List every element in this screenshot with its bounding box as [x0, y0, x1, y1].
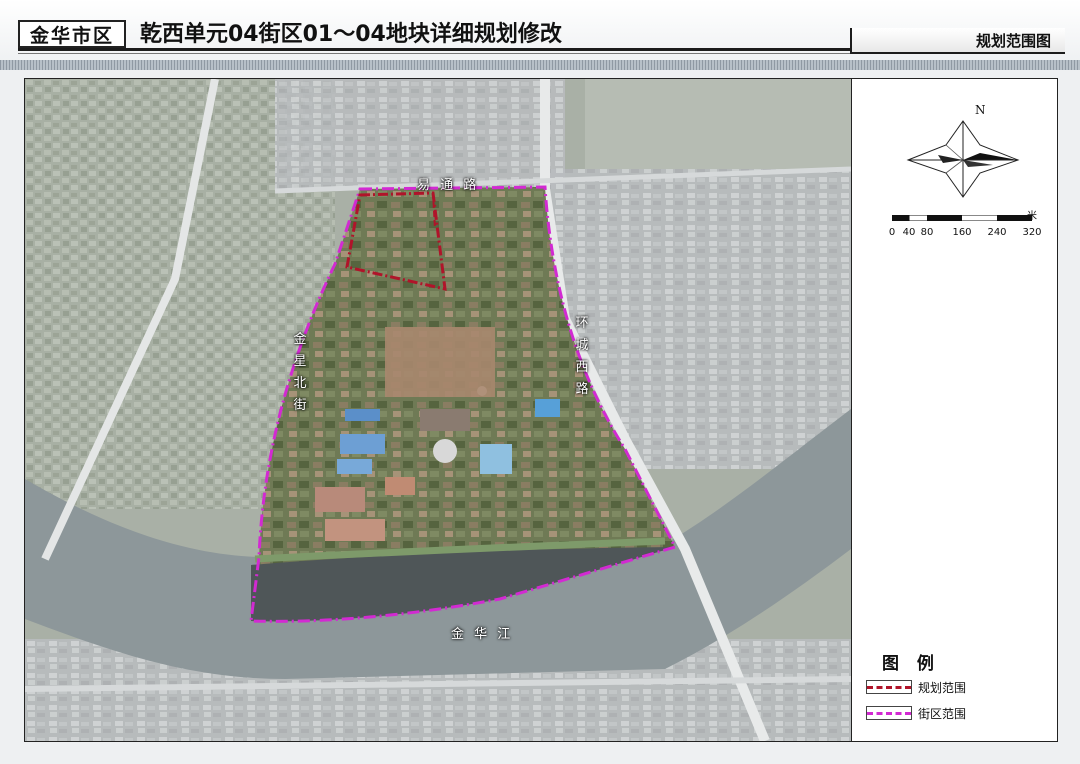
green-northeast	[585, 79, 851, 169]
title-rule-thin	[18, 53, 850, 54]
sheet-name: 规划范围图	[975, 32, 1051, 50]
scale-unit: 米	[1027, 211, 1037, 222]
city-logo: 金华市区	[18, 20, 126, 48]
logo-text: 金华市区	[29, 24, 114, 47]
header: 金华市区 乾西单元04街区01～04地块详细规划修改 规划范围图	[0, 0, 1080, 66]
legend-line-red	[867, 685, 911, 689]
legend-panel: N 米 0 40 80 160 240 320 图 例 规划范围 街区范围	[851, 79, 1057, 741]
legend-label: 规划范围	[918, 680, 967, 695]
scale-bar	[892, 215, 1032, 221]
legend-line-magenta	[867, 711, 911, 715]
sheet-tab: 规划范围图	[850, 28, 1065, 54]
legend-label: 街区范围	[918, 706, 967, 721]
scale-tick: 240	[987, 227, 1007, 238]
scale-tick: 160	[952, 227, 972, 238]
legend-item-block-boundary: 街区范围	[866, 705, 966, 721]
scale-tick: 320	[1022, 227, 1042, 238]
legend-title: 图 例	[882, 654, 940, 674]
legend-swatch	[866, 706, 912, 720]
north-arrow-icon	[906, 120, 1020, 198]
map-frame: 易 通 路 环城西路 金星北街 金 华 江 N 米 0 40 80 160 24…	[24, 78, 1058, 742]
legend-item-plan-boundary: 规划范围	[866, 679, 966, 695]
residential-north	[275, 79, 565, 189]
page-title: 乾西单元04街区01～04地块详细规划修改	[140, 22, 562, 47]
title-rule	[18, 48, 850, 51]
scale-tick: 80	[920, 227, 934, 238]
road-label-yitong: 易 通 路	[417, 178, 480, 193]
road-label-jinxing-north: 金星北街	[293, 332, 307, 413]
label-jinhua-river: 金 华 江	[451, 627, 514, 642]
road-label-huancheng-west: 环城西路	[575, 316, 589, 397]
scale-tick: 40	[902, 227, 916, 238]
header-band	[0, 60, 1080, 70]
legend-swatch	[866, 680, 912, 694]
scale-tick: 0	[888, 227, 896, 238]
